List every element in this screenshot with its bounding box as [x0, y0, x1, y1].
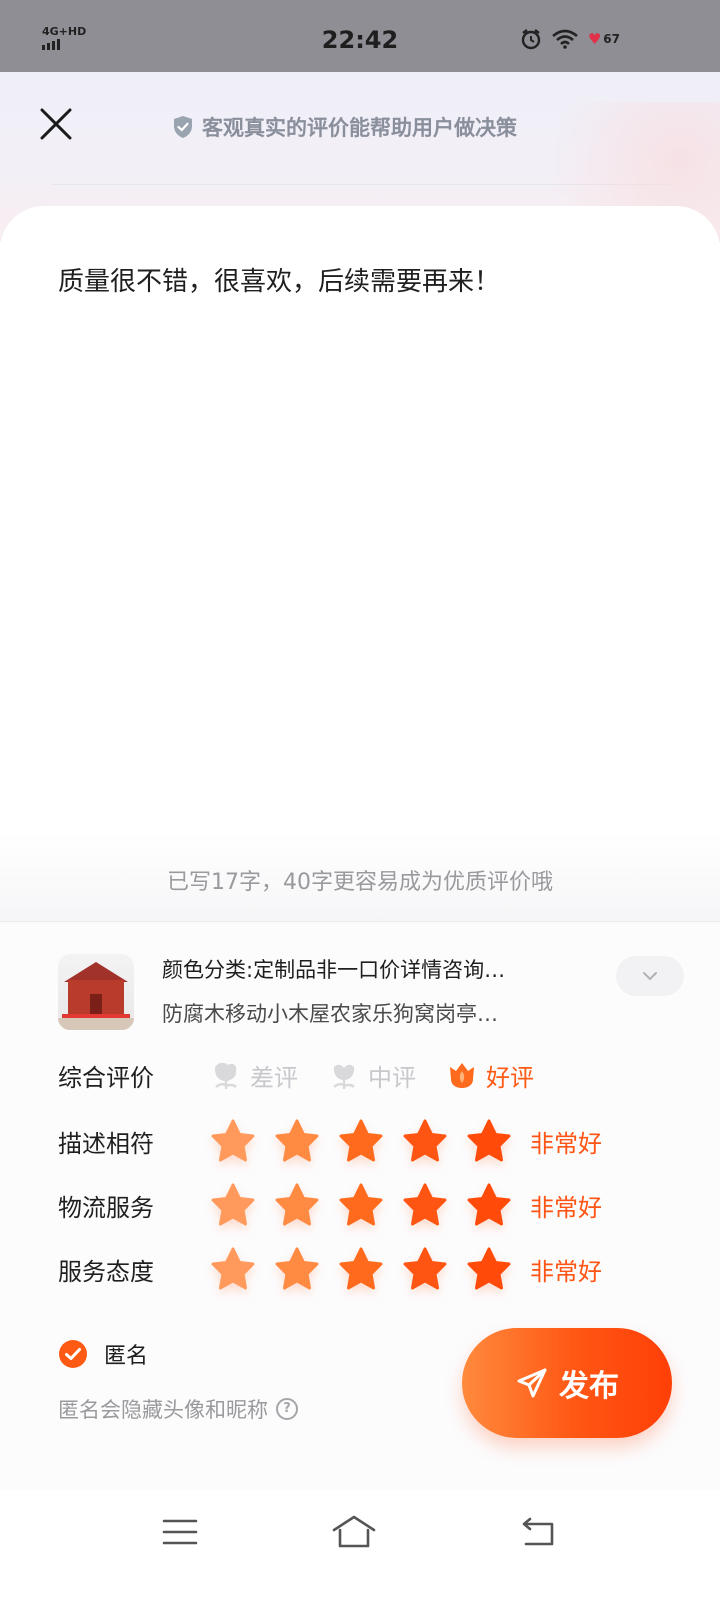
wifi-icon: [552, 29, 578, 49]
star-icon[interactable]: [338, 1118, 384, 1164]
system-nav-bar: [0, 1490, 720, 1600]
rating-row-description: 描述相符 非常好: [58, 1116, 678, 1166]
status-icons: ♥ 67: [520, 28, 620, 50]
rating-row-service: 服务态度 非常好: [58, 1244, 678, 1294]
star-icon[interactable]: [466, 1118, 512, 1164]
star-icon[interactable]: [402, 1182, 448, 1228]
product-name: 防腐木移动小木屋农家乐狗窝岗亭…: [162, 1002, 498, 1026]
publish-button[interactable]: 发布: [462, 1328, 672, 1438]
star-icon[interactable]: [210, 1118, 256, 1164]
star-icon[interactable]: [274, 1246, 320, 1292]
rating-option-good[interactable]: 好评: [446, 1058, 534, 1093]
flower-bad-icon: [215, 1062, 237, 1089]
status-bar: 4G+HD 22:42 ♥ 67: [0, 0, 720, 72]
chevron-down-icon: [643, 972, 657, 981]
star-rating: [210, 1246, 512, 1292]
publish-label: 发布: [559, 1369, 619, 1404]
star-icon[interactable]: [402, 1246, 448, 1292]
star-rating: [210, 1182, 512, 1228]
rating-row-label: 描述相符: [58, 1129, 154, 1158]
star-icon[interactable]: [210, 1246, 256, 1292]
notice-text: 客观真实的评价能帮助用户做决策: [202, 116, 517, 140]
alarm-icon: [521, 29, 541, 50]
close-icon[interactable]: [36, 104, 76, 144]
hint-area: 已写17字，40字更容易成为优质评价哦: [0, 832, 720, 922]
star-rating: [210, 1118, 512, 1164]
rating-text: 非常好: [530, 1257, 602, 1286]
star-icon[interactable]: [210, 1182, 256, 1228]
flower-neutral-icon: [333, 1064, 355, 1089]
rating-text: 非常好: [530, 1129, 602, 1158]
home-icon[interactable]: [330, 1512, 378, 1552]
star-icon[interactable]: [274, 1118, 320, 1164]
product-summary[interactable]: 颜色分类:定制品非一口价详情咨询… 防腐木移动小木屋农家乐狗窝岗亭…: [58, 954, 684, 1034]
send-icon: [517, 1368, 547, 1398]
rating-option-neutral[interactable]: 中评: [328, 1058, 416, 1093]
rating-row-label: 服务态度: [58, 1257, 154, 1286]
anonymous-description: 匿名会隐藏头像和昵称 ?: [58, 1394, 298, 1424]
product-spec: 颜色分类:定制品非一口价详情咨询…: [162, 958, 506, 982]
rating-option-good-label: 好评: [486, 1063, 534, 1092]
star-icon[interactable]: [338, 1182, 384, 1228]
rating-option-bad[interactable]: 差评: [210, 1058, 298, 1093]
overall-rating-row: 综合评价 差评 中评 好评: [58, 1050, 678, 1100]
star-icon[interactable]: [274, 1182, 320, 1228]
battery-heart-icon: ♥ 67: [587, 30, 620, 48]
expand-product-button[interactable]: [616, 956, 684, 996]
help-icon[interactable]: ?: [276, 1398, 298, 1420]
anonymous-label: 匿名: [104, 1344, 149, 1369]
star-icon[interactable]: [466, 1182, 512, 1228]
anonymous-desc-text: 匿名会隐藏头像和昵称: [58, 1398, 268, 1422]
rating-option-neutral-label: 中评: [368, 1063, 416, 1092]
word-count-hint: 已写17字，40字更容易成为优质评价哦: [167, 870, 553, 895]
overall-rating-label: 综合评价: [58, 1063, 154, 1092]
rating-text: 非常好: [530, 1193, 602, 1222]
product-thumbnail: [58, 954, 134, 1030]
review-textarea[interactable]: 质量很不错，很喜欢，后续需要再来！: [58, 264, 668, 300]
star-icon[interactable]: [402, 1118, 448, 1164]
checkbox-checked-icon: [59, 1340, 87, 1368]
star-icon[interactable]: [466, 1246, 512, 1292]
rating-option-bad-label: 差评: [250, 1063, 298, 1092]
divider: [52, 184, 670, 185]
flower-good-icon: [450, 1063, 474, 1088]
battery-level: 67: [603, 32, 620, 46]
back-icon[interactable]: [514, 1512, 562, 1552]
star-icon[interactable]: [338, 1246, 384, 1292]
verified-shield-icon: [174, 116, 192, 138]
notice-banner: 客观真实的评价能帮助用户做决策: [172, 112, 517, 142]
rating-row-label: 物流服务: [58, 1193, 154, 1222]
menu-icon[interactable]: [156, 1512, 204, 1552]
rating-row-logistics: 物流服务 非常好: [58, 1180, 678, 1230]
anonymous-checkbox[interactable]: 匿名: [58, 1338, 148, 1370]
